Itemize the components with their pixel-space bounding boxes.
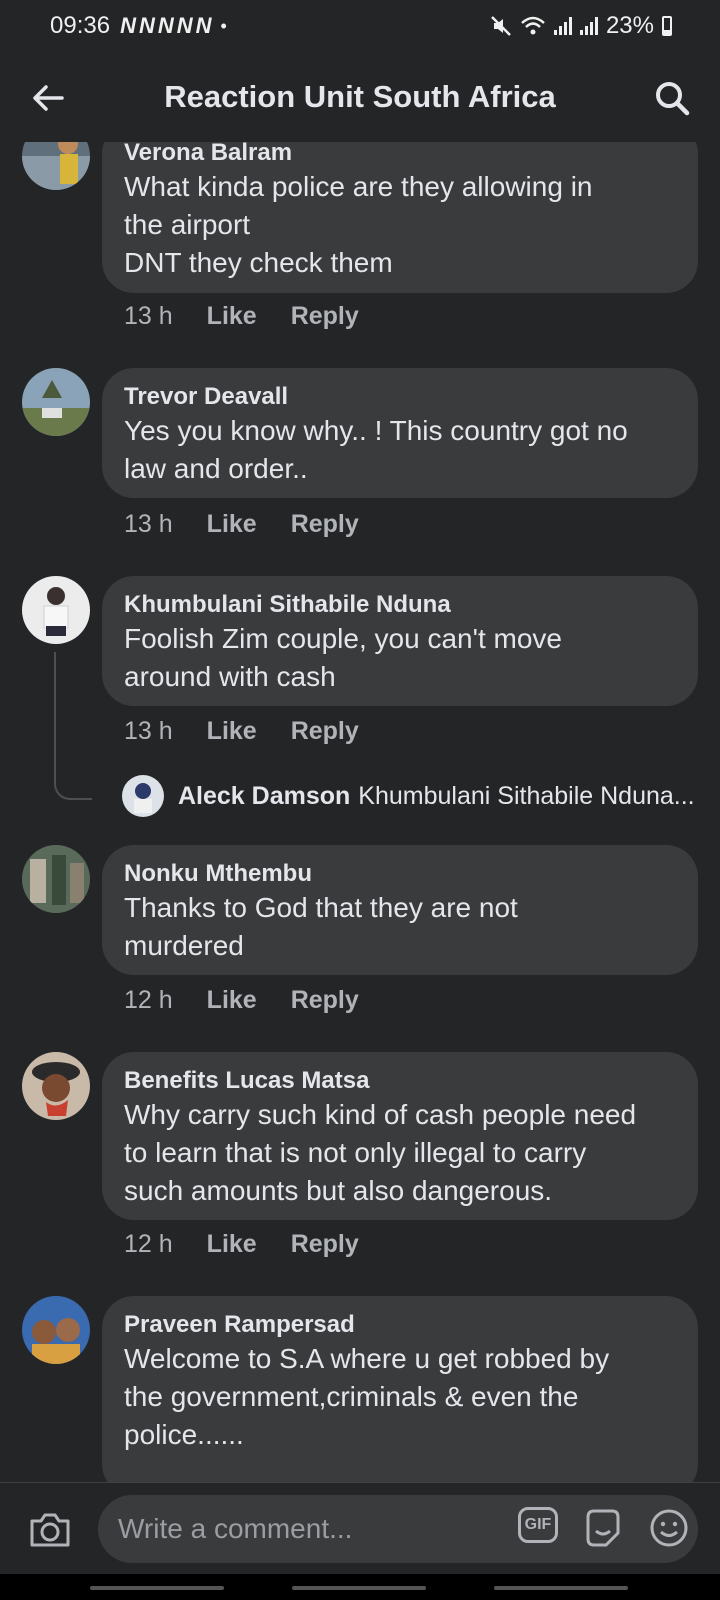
avatar[interactable]	[22, 576, 90, 644]
netflix-notification-icon: N	[138, 13, 155, 38]
netflix-notification-icon: N	[120, 13, 136, 38]
comment-actions: 13 h Like Reply	[124, 510, 359, 539]
status-bar: 09:36 N N N N N • 23%	[0, 0, 720, 52]
reply-button[interactable]: Reply	[291, 510, 359, 539]
avatar[interactable]	[22, 142, 90, 190]
comment-time: 13 h	[124, 510, 173, 538]
like-button[interactable]: Like	[207, 510, 257, 539]
like-button[interactable]: Like	[207, 986, 257, 1015]
netflix-notification-icon: N	[176, 13, 193, 38]
comment-bubble[interactable]: Praveen Rampersad Welcome to S.A where u…	[102, 1296, 698, 1482]
system-nav-bar	[0, 1574, 720, 1600]
comment-author[interactable]: Benefits Lucas Matsa	[124, 1066, 678, 1096]
nav-back-button[interactable]	[494, 1586, 628, 1590]
comment-bubble[interactable]: Nonku Mthembu Thanks to God that they ar…	[102, 845, 698, 975]
sticker-icon[interactable]	[582, 1507, 624, 1549]
like-button[interactable]: Like	[207, 1230, 257, 1259]
like-button[interactable]: Like	[207, 302, 257, 331]
comment-time: 12 h	[124, 1230, 173, 1258]
nav-recent-button[interactable]	[90, 1586, 224, 1590]
more-notifications-dot: •	[220, 15, 227, 36]
avatar[interactable]	[122, 775, 164, 817]
comment-text: Yes you know why.. ! This country got no…	[124, 415, 628, 484]
comment-text: Why carry such kind of cash people need …	[124, 1099, 637, 1206]
comment-author[interactable]: Khumbulani Sithabile Nduna	[124, 590, 678, 620]
arrow-left-icon[interactable]	[28, 78, 68, 118]
thread-line	[54, 652, 92, 800]
nav-home-button[interactable]	[292, 1586, 426, 1590]
comment-text: Welcome to S.A where u get robbed by the…	[124, 1343, 610, 1450]
reply-button[interactable]: Reply	[291, 986, 359, 1015]
like-button[interactable]: Like	[207, 717, 257, 746]
wifi-icon	[521, 16, 545, 35]
comment-actions: 13 h Like Reply	[124, 302, 359, 331]
reply-preview[interactable]: Aleck Damson Khumbulani Sithabile Nduna..…	[122, 775, 702, 817]
reply-author[interactable]: Aleck Damson	[178, 782, 350, 810]
comment-time: 12 h	[124, 986, 173, 1014]
comment-author[interactable]: Nonku Mthembu	[124, 859, 678, 889]
comment-time: 13 h	[124, 302, 173, 330]
avatar[interactable]	[22, 845, 90, 913]
avatar[interactable]	[22, 1296, 90, 1364]
netflix-notification-icon: N	[157, 13, 174, 38]
page-title: Reaction Unit South Africa	[164, 79, 556, 114]
comment-bubble[interactable]: Trevor Deavall Yes you know why.. ! This…	[102, 368, 698, 498]
reply-button[interactable]: Reply	[291, 302, 359, 331]
comment-composer: GIF	[0, 1482, 720, 1575]
battery-percent: 23%	[605, 12, 654, 39]
signal-icon	[553, 17, 572, 35]
comment-author[interactable]: Trevor Deavall	[124, 382, 678, 412]
avatar[interactable]	[22, 368, 90, 436]
composer-icons: GIF	[518, 1507, 690, 1549]
reply-snippet: Khumbulani Sithabile Nduna...	[358, 781, 695, 810]
camera-icon[interactable]	[28, 1509, 72, 1549]
comments-list: Verona Balram What kinda police are they…	[0, 142, 720, 1482]
avatar[interactable]	[22, 1052, 90, 1120]
comment-bubble[interactable]: Benefits Lucas Matsa Why carry such kind…	[102, 1052, 698, 1220]
comment-actions: 12 h Like Reply	[124, 986, 359, 1015]
comment-text: Foolish Zim couple, you can't move aroun…	[124, 623, 562, 692]
mute-icon	[491, 16, 511, 36]
battery-icon	[662, 16, 672, 36]
header-bar: Reaction Unit South Africa	[0, 52, 720, 142]
gif-button[interactable]: GIF	[518, 1507, 558, 1543]
comment-author[interactable]: Verona Balram	[124, 142, 678, 168]
comment-author[interactable]: Praveen Rampersad	[124, 1310, 678, 1340]
netflix-notification-icon: N	[195, 13, 212, 38]
signal-icon	[579, 17, 598, 35]
emoji-icon[interactable]	[648, 1507, 690, 1549]
search-icon[interactable]	[652, 78, 692, 118]
status-time: 09:36	[50, 12, 111, 39]
comment-bubble[interactable]: Khumbulani Sithabile Nduna Foolish Zim c…	[102, 576, 698, 706]
notification-icons: N N N N N	[120, 13, 212, 39]
comment-actions: 13 h Like Reply	[124, 717, 359, 746]
reply-button[interactable]: Reply	[291, 1230, 359, 1259]
comment-time: 13 h	[124, 717, 173, 745]
comment-text: Thanks to God that they are not murdered	[124, 892, 518, 961]
comment-actions: 12 h Like Reply	[124, 1230, 359, 1259]
reply-preview-text: Aleck Damson Khumbulani Sithabile Nduna..…	[178, 782, 695, 811]
comment-bubble[interactable]: Verona Balram What kinda police are they…	[102, 142, 698, 293]
comment-text: What kinda police are they allowing in t…	[124, 171, 593, 278]
reply-button[interactable]: Reply	[291, 717, 359, 746]
